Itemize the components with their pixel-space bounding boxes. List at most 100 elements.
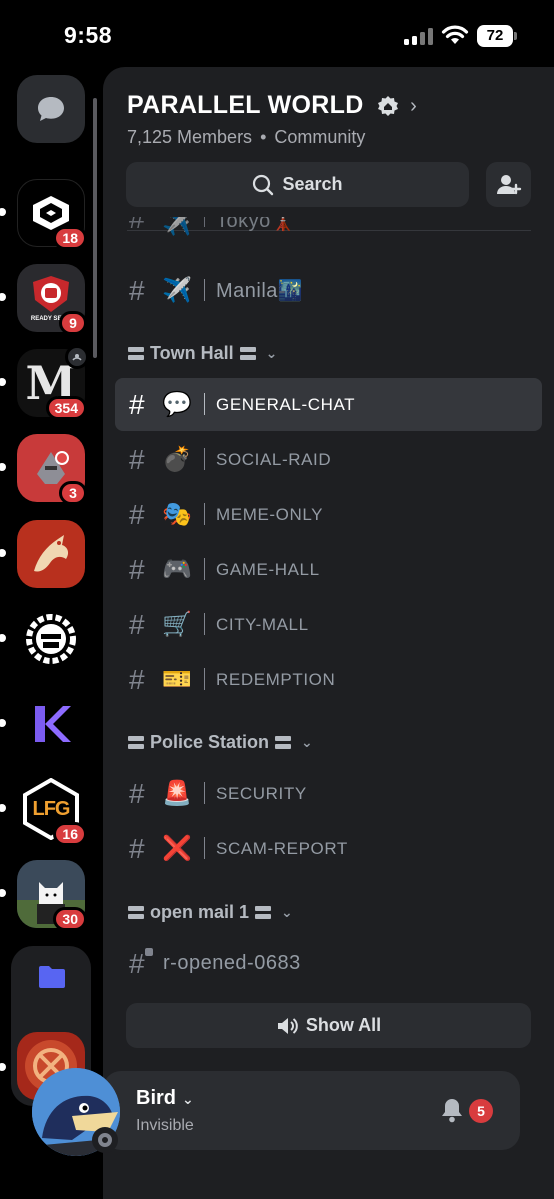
channel-name: GENERAL-CHAT: [216, 394, 356, 414]
channel-row[interactable]: # 🚨 SECURITY: [115, 767, 542, 820]
channel-row[interactable]: # r-opened-0683: [115, 937, 542, 990]
category-label: open mail 1: [150, 902, 250, 922]
channel-name: SECURITY: [216, 783, 307, 803]
channel-name: MEME-ONLY: [216, 504, 324, 524]
hash-icon: #: [129, 608, 145, 640]
category-marker-icon: [255, 906, 272, 919]
cellular-signal-icon: [404, 28, 434, 45]
locked-hash-icon: #: [129, 947, 145, 979]
user-status: Invisible: [136, 1117, 194, 1134]
channel-row-active[interactable]: # 💬 GENERAL-CHAT: [115, 378, 542, 431]
category-open-mail[interactable]: open mail 1 ⌄: [128, 902, 293, 923]
invite-members-button[interactable]: [486, 162, 531, 207]
airplane-emoji-icon: ✈️: [162, 277, 192, 304]
channel-row[interactable]: # 💣 SOCIAL-RAID: [115, 433, 542, 486]
server-icon-6[interactable]: [0, 605, 85, 673]
server-icon-3[interactable]: M 354: [0, 345, 89, 420]
server-icon-7[interactable]: [0, 690, 85, 758]
hash-icon: #: [129, 274, 145, 306]
show-all-label: Show All: [305, 1015, 382, 1035]
unread-badge: 3: [59, 481, 87, 505]
search-label: Search: [282, 174, 343, 194]
fist-shield-icon: [33, 276, 69, 312]
channel-name: r-opened-0683: [163, 952, 301, 974]
channel-name: Manila🌃: [216, 280, 304, 302]
unread-badge: 16: [53, 822, 87, 846]
channel-row[interactable]: # 🎮 GAME-HALL: [115, 543, 542, 596]
server-rail[interactable]: 18 READY SET R 9 M 354 3 LFG 16 30: [0, 70, 103, 1110]
channel-panel: PARALLEL WORLD › 7,125 Members • Community…: [103, 67, 554, 1199]
show-all-button[interactable]: Show All: [126, 1003, 531, 1048]
direct-messages-button[interactable]: [17, 75, 85, 143]
category-town-hall[interactable]: Town Hall ⌄: [128, 343, 277, 364]
battery-level: 72: [477, 25, 513, 47]
hash-icon: #: [129, 217, 145, 234]
status-time: 9:58: [64, 22, 113, 48]
unread-badge: 9: [59, 311, 87, 335]
invisible-status-icon: [92, 1127, 118, 1153]
battery-icon: 72: [477, 25, 517, 47]
status-bar: 9:58 72: [0, 0, 554, 70]
notification-badge: 5: [469, 1099, 493, 1123]
chevron-down-icon: ⌄: [182, 1091, 194, 1107]
category-label: Town Hall: [150, 343, 234, 363]
community-badge-icon: [377, 96, 398, 117]
category-marker-icon: [275, 736, 292, 749]
channel-name: Tokyo🗼: [216, 217, 297, 232]
category-marker-icon: [128, 736, 144, 749]
unread-badge: 18: [53, 226, 87, 250]
server-icon-2[interactable]: READY SET R 9: [0, 264, 87, 335]
channel-name: CITY-MALL: [216, 614, 309, 634]
server-icon-4[interactable]: 3: [0, 434, 87, 505]
server-icon-9[interactable]: 30: [0, 860, 87, 931]
guild-name: PARALLEL WORLD: [127, 91, 364, 119]
lock-icon: [145, 948, 153, 956]
chevron-down-icon: ⌄: [281, 904, 293, 920]
gear-robot-icon: [26, 614, 76, 664]
server-icon-8[interactable]: LFG 16: [0, 775, 87, 846]
siren-emoji-icon: 🚨: [162, 780, 192, 807]
unread-badge: 30: [53, 907, 87, 931]
rail-scrollbar[interactable]: [93, 98, 97, 358]
channel-row[interactable]: # 🎫 REDEMPTION: [115, 653, 542, 706]
category-label: Police Station: [150, 732, 270, 752]
channel-row[interactable]: # ✈️ Manila🌃: [115, 264, 542, 317]
shopping-cart-emoji-icon: 🛒: [162, 611, 192, 638]
hash-icon: #: [129, 832, 145, 864]
chat-bubble-icon: [38, 97, 64, 121]
guild-subtitle: 7,125 Members • Community: [127, 127, 366, 147]
hash-icon: #: [129, 553, 145, 585]
speaker-icon: [277, 1017, 298, 1034]
masks-emoji-icon: 🎭: [162, 501, 192, 528]
member-count: 7,125 Members: [127, 127, 253, 147]
category-police-station[interactable]: Police Station ⌄: [128, 732, 313, 753]
guild-header[interactable]: PARALLEL WORLD ›: [127, 91, 417, 120]
dragon-icon: [34, 535, 69, 572]
channel-row[interactable]: # 🎭 MEME-ONLY: [115, 488, 542, 541]
user-name-button[interactable]: Bird ⌄: [136, 1087, 194, 1110]
channel-row[interactable]: # ✈️ Tokyo🗼: [115, 217, 542, 257]
channel-row[interactable]: # ❌ SCAM-REPORT: [115, 822, 542, 875]
chevron-down-icon: ⌄: [265, 345, 278, 361]
server-glyph: LFG: [32, 797, 71, 820]
hash-icon: #: [129, 663, 145, 695]
unread-badge: 354: [45, 396, 87, 420]
bomb-emoji-icon: 💣: [162, 446, 192, 473]
hash-icon: #: [129, 388, 145, 420]
search-button[interactable]: Search: [126, 162, 469, 207]
channel-row[interactable]: # 🛒 CITY-MALL: [115, 598, 542, 651]
hash-icon: #: [129, 777, 145, 809]
ticket-emoji-icon: 🎫: [162, 666, 192, 693]
chevron-down-icon: ⌄: [301, 734, 313, 750]
hash-icon: #: [129, 498, 145, 530]
cross-mark-emoji-icon: ❌: [162, 835, 192, 862]
category-marker-icon: [128, 906, 144, 919]
airplane-emoji-icon: ✈️: [162, 217, 192, 237]
gamepad-emoji-icon: 🎮: [162, 556, 192, 583]
channel-name: REDEMPTION: [216, 669, 336, 689]
k-logo-icon: [35, 706, 71, 742]
search-icon: [253, 174, 274, 195]
bell-icon[interactable]: [440, 1097, 464, 1123]
server-icon-1[interactable]: 18: [0, 179, 87, 250]
server-icon-5[interactable]: [0, 520, 85, 588]
